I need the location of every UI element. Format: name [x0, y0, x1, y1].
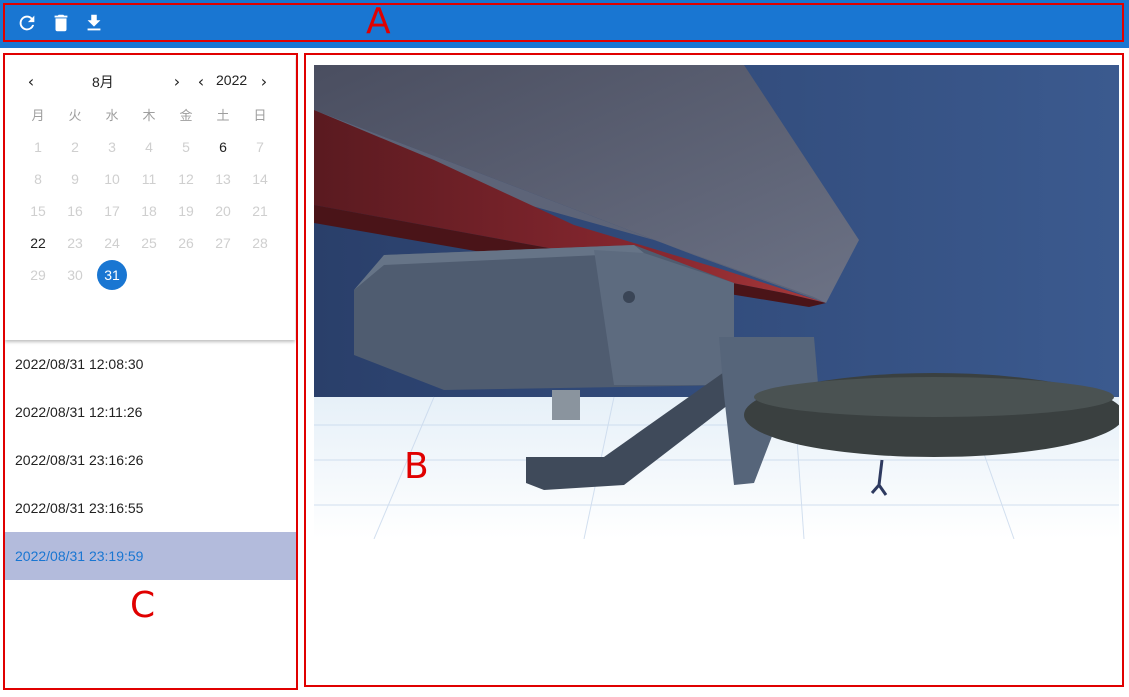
calendar-day: 29: [30, 267, 46, 283]
weekday-label: 月: [31, 108, 45, 123]
calendar-day: 28: [252, 235, 268, 251]
calendar-day: 19: [178, 203, 194, 219]
3d-scene-view[interactable]: [314, 65, 1119, 539]
calendar-day: 1: [34, 139, 42, 155]
toolbar-highlight: [3, 3, 1124, 42]
prev-month-button[interactable]: ‹: [21, 70, 41, 92]
calendar-day: 15: [30, 203, 46, 219]
next-month-button[interactable]: ›: [167, 70, 187, 92]
calendar-day: 2: [71, 139, 79, 155]
calendar-day: 8: [34, 171, 42, 187]
calendar-day: 27: [215, 235, 231, 251]
calendar-day: 30: [67, 267, 83, 283]
toolbar: A: [0, 0, 1129, 48]
calendar-day: 3: [108, 139, 116, 155]
trash-icon: [54, 14, 68, 32]
scene-render: [314, 65, 1119, 539]
refresh-icon: [19, 15, 35, 31]
download-button[interactable]: [81, 10, 107, 36]
marker-b: B: [404, 446, 429, 487]
download-icon: [87, 14, 101, 31]
marker-a: A: [366, 1, 391, 42]
vehicle-bolt: [623, 291, 635, 303]
calendar-day: 23: [67, 235, 83, 251]
calendar-day[interactable]: 22: [23, 228, 53, 258]
weekday-label: 水: [105, 108, 119, 123]
date-picker: ‹ 8月 › ‹ 2022 › 月火水木金土日 1 2 3 4 5 6 7 8 9 10 11 12 1…: [5, 55, 295, 340]
record-item[interactable]: 2022/08/31 23:16:55: [5, 484, 296, 532]
calendar-day: 17: [104, 203, 120, 219]
refresh-button[interactable]: [14, 10, 40, 36]
record-item[interactable]: 2022/08/31 23:19:59: [5, 532, 296, 580]
calendar-day: 26: [178, 235, 194, 251]
calendar-day: 11: [141, 171, 157, 187]
calendar-day: 4: [145, 139, 153, 155]
cylinder-top: [754, 377, 1114, 417]
calendar-day: 16: [67, 203, 83, 219]
calendar-day: 10: [104, 171, 120, 187]
calendar-day: 25: [141, 235, 157, 251]
record-item[interactable]: 2022/08/31 12:08:30: [5, 340, 296, 388]
calendar-day: 5: [182, 139, 190, 155]
calendar-day: 7: [256, 139, 264, 155]
record-list: 2022/08/31 12:08:30 2022/08/31 12:11:26 20…: [5, 340, 296, 580]
calendar-day: 14: [252, 171, 268, 187]
weekday-label: 金: [179, 108, 193, 123]
calendar-day: 20: [215, 203, 231, 219]
prev-year-button[interactable]: ‹: [191, 70, 211, 92]
marker-c: C: [130, 585, 156, 626]
vehicle-screw: [552, 390, 580, 420]
calendar-day: 13: [215, 171, 231, 187]
app-root: A ‹ 8月 › ‹ 2022 › 月火水木金土日 1 2 3 4 5 6 7 8 9 10 11 1…: [0, 0, 1129, 697]
weekday-label: 木: [142, 108, 156, 123]
calendar-day: 21: [252, 203, 268, 219]
left-panel: ‹ 8月 › ‹ 2022 › 月火水木金土日 1 2 3 4 5 6 7 8 9 10 11 12 1…: [3, 53, 298, 690]
calendar-day: 12: [178, 171, 194, 187]
next-year-button[interactable]: ›: [254, 70, 274, 92]
record-item[interactable]: 2022/08/31 12:11:26: [5, 388, 296, 436]
month-label[interactable]: 8月: [92, 72, 114, 92]
viewer-panel: B: [304, 53, 1124, 687]
calendar-day[interactable]: 31: [97, 260, 127, 290]
weekday-label: 日: [253, 108, 267, 123]
calendar-day: 18: [141, 203, 157, 219]
record-item[interactable]: 2022/08/31 23:16:26: [5, 436, 296, 484]
calendar-day: 24: [104, 235, 120, 251]
calendar-day: 9: [71, 171, 79, 187]
weekday-label: 土: [216, 108, 230, 123]
weekday-label: 火: [68, 108, 82, 123]
calendar-day[interactable]: 6: [208, 132, 238, 162]
year-label[interactable]: 2022: [216, 72, 247, 92]
delete-button[interactable]: [48, 10, 74, 36]
